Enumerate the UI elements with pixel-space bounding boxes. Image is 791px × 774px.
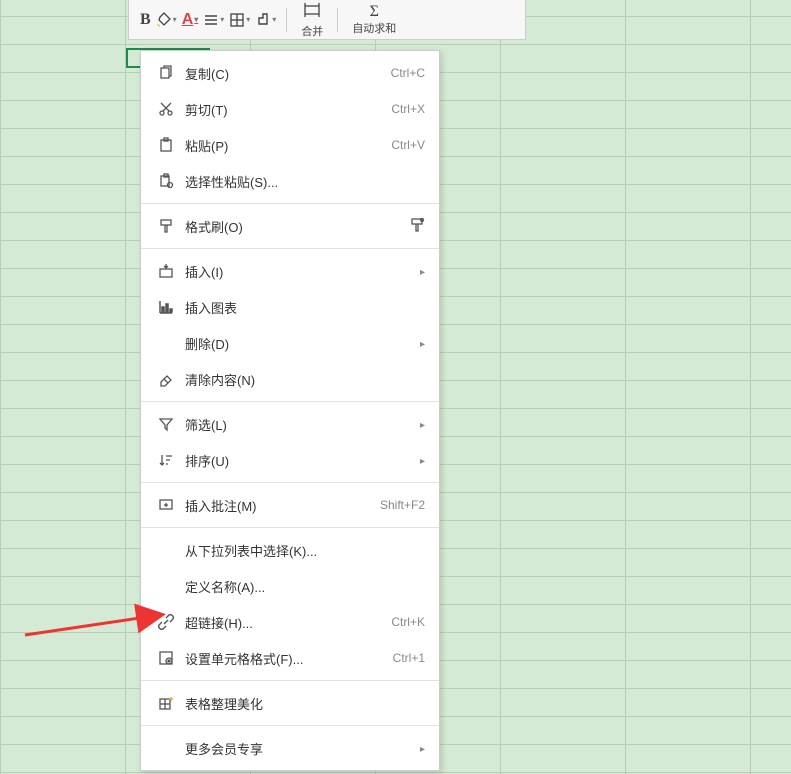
- submenu-arrow-icon: [375, 264, 425, 278]
- menu-separator: [141, 527, 439, 528]
- menu-shortcut: Ctrl+1: [375, 651, 425, 665]
- cut-icon: [155, 101, 177, 117]
- paste-special-icon: [155, 173, 177, 189]
- paste-icon: [155, 137, 177, 153]
- menu-sort[interactable]: 排序(U): [141, 442, 439, 478]
- formatting-toolbar: B A 合并 Σ 自动求和: [128, 0, 526, 40]
- menu-label: 定义名称(A)...: [177, 577, 375, 596]
- menu-insert-chart[interactable]: 插入图表: [141, 289, 439, 325]
- merge-cells-button[interactable]: 合并: [297, 0, 327, 39]
- menu-label: 更多会员专享: [177, 739, 375, 758]
- menu-insert-comment[interactable]: 插入批注(M) Shift+F2: [141, 487, 439, 523]
- copy-icon: [155, 65, 177, 81]
- chart-icon: [155, 299, 177, 315]
- menu-insert[interactable]: 插入(I): [141, 253, 439, 289]
- menu-label: 排序(U): [177, 451, 375, 470]
- menu-label: 插入批注(M): [177, 496, 375, 515]
- bold-button[interactable]: B: [140, 11, 151, 29]
- menu-separator: [141, 401, 439, 402]
- eraser-icon: [155, 371, 177, 387]
- menu-separator: [141, 725, 439, 726]
- menu-define-name[interactable]: 定义名称(A)...: [141, 568, 439, 604]
- filter-icon: [155, 416, 177, 432]
- submenu-arrow-icon: [375, 417, 425, 431]
- menu-shortcut: Shift+F2: [375, 498, 425, 512]
- menu-filter[interactable]: 筛选(L): [141, 406, 439, 442]
- sort-icon: [155, 452, 177, 468]
- menu-more-vip[interactable]: 更多会员专享: [141, 730, 439, 766]
- menu-label: 插入图表: [177, 298, 375, 317]
- menu-shortcut: Ctrl+C: [375, 66, 425, 80]
- cell-context-menu: 复制(C) Ctrl+C 剪切(T) Ctrl+X 粘贴(P) Ctrl+V 选…: [140, 50, 440, 771]
- shape-button[interactable]: [255, 12, 276, 28]
- submenu-arrow-icon: [375, 336, 425, 350]
- menu-shortcut: Ctrl+X: [375, 102, 425, 116]
- menu-label: 粘贴(P): [177, 136, 375, 155]
- menu-cut[interactable]: 剪切(T) Ctrl+X: [141, 91, 439, 127]
- menu-pick-from-list[interactable]: 从下拉列表中选择(K)...: [141, 532, 439, 568]
- menu-copy[interactable]: 复制(C) Ctrl+C: [141, 55, 439, 91]
- menu-separator: [141, 482, 439, 483]
- align-button[interactable]: [203, 12, 224, 28]
- format-painter-icon: [155, 218, 177, 234]
- menu-label: 选择性粘贴(S)...: [177, 172, 375, 191]
- menu-label: 清除内容(N): [177, 370, 375, 389]
- menu-paste-special[interactable]: 选择性粘贴(S)...: [141, 163, 439, 199]
- menu-label: 复制(C): [177, 64, 375, 83]
- insert-icon: [155, 263, 177, 279]
- menu-label: 设置单元格格式(F)...: [177, 649, 375, 668]
- submenu-arrow-icon: [375, 741, 425, 755]
- autosum-button[interactable]: Σ 自动求和: [348, 0, 400, 39]
- menu-separator: [141, 203, 439, 204]
- menu-paste[interactable]: 粘贴(P) Ctrl+V: [141, 127, 439, 163]
- menu-shortcut: Ctrl+K: [375, 615, 425, 629]
- menu-label: 剪切(T): [177, 100, 375, 119]
- fill-color-button[interactable]: [156, 12, 177, 28]
- font-color-button[interactable]: A: [182, 11, 199, 29]
- menu-separator: [141, 680, 439, 681]
- menu-label: 表格整理美化: [177, 694, 375, 713]
- format-painter-pin-icon[interactable]: [375, 217, 425, 236]
- menu-label: 筛选(L): [177, 415, 375, 434]
- format-cells-icon: [155, 650, 177, 666]
- menu-label: 格式刷(O): [177, 217, 375, 236]
- link-icon: [155, 614, 177, 630]
- comment-icon: [155, 497, 177, 513]
- menu-hyperlink[interactable]: 超链接(H)... Ctrl+K: [141, 604, 439, 640]
- menu-shortcut: Ctrl+V: [375, 138, 425, 152]
- submenu-arrow-icon: [375, 453, 425, 467]
- menu-label: 插入(I): [177, 262, 375, 281]
- menu-label: 从下拉列表中选择(K)...: [177, 541, 375, 560]
- menu-format-painter[interactable]: 格式刷(O): [141, 208, 439, 244]
- menu-table-beautify[interactable]: 表格整理美化: [141, 685, 439, 721]
- menu-separator: [141, 248, 439, 249]
- menu-clear-contents[interactable]: 清除内容(N): [141, 361, 439, 397]
- menu-delete[interactable]: 删除(D): [141, 325, 439, 361]
- menu-label: 删除(D): [177, 334, 375, 353]
- sparkle-table-icon: [155, 695, 177, 711]
- borders-button[interactable]: [229, 12, 250, 28]
- menu-label: 超链接(H)...: [177, 613, 375, 632]
- menu-format-cells[interactable]: 设置单元格格式(F)... Ctrl+1: [141, 640, 439, 676]
